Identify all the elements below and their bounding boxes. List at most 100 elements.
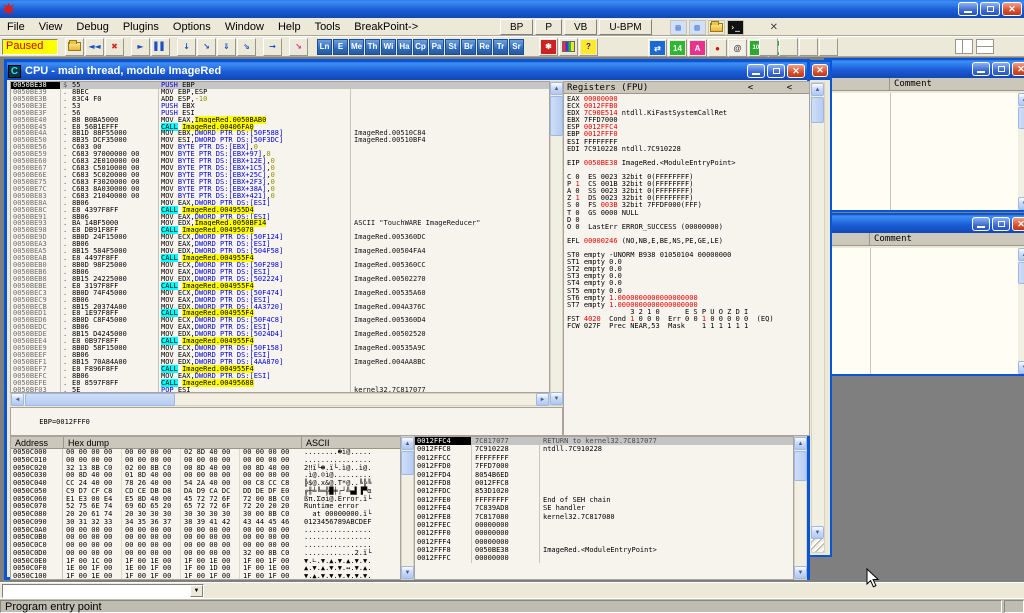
plugin-14-button[interactable]: 14 — [668, 39, 687, 57]
disasm-row[interactable]: 0050BEF7.E8 F896F8FFCALL ImageRed.004955… — [11, 366, 549, 373]
register-line[interactable]: T 0 GS 0000 NULL — [564, 210, 809, 217]
menu-help[interactable]: Help — [271, 19, 308, 35]
stack-row[interactable]: 0012FFD80012FFC8 — [415, 479, 793, 487]
comment-window-1-body[interactable] — [826, 93, 1018, 210]
combobox-dropdown-button[interactable]: ▼ — [190, 585, 203, 597]
disasm-scroll-left[interactable]: ◄ — [11, 393, 24, 406]
comment2-maximize-button[interactable] — [992, 217, 1010, 231]
pane-button-me[interactable]: Me — [349, 39, 364, 55]
dump-header-ascii[interactable]: ASCII — [302, 437, 400, 448]
cpu-minimize-button[interactable] — [747, 64, 765, 78]
close-program-button[interactable]: ✖ — [105, 38, 124, 56]
disasm-row[interactable]: 0050BED6.8B0D C8F45000MOV ECX,DWORD PTR … — [11, 317, 549, 324]
toolbar-blank-button[interactable] — [819, 38, 838, 56]
column-header-comment[interactable]: Comment — [870, 233, 916, 245]
menu-tools[interactable]: Tools — [308, 19, 348, 35]
disasm-scroll-up[interactable]: ▲ — [550, 82, 563, 95]
register-line[interactable]: EDI 7C910228 ntdll.7C910228 — [564, 146, 809, 153]
dump-scroll-down[interactable]: ▼ — [401, 566, 414, 579]
disasm-scroll-down[interactable]: ▼ — [550, 392, 563, 405]
plugin-button-vb[interactable]: VB — [564, 19, 597, 35]
animate-into-button[interactable]: ⇓ — [217, 38, 236, 56]
pane-button-pa[interactable]: Pa — [429, 39, 444, 55]
plugin-button-p[interactable]: P — [535, 19, 562, 35]
menu-file[interactable]: File — [0, 19, 32, 35]
disasm-row[interactable]: 0050BE8C.E8 4397F8FFCALL ImageRed.004955… — [11, 207, 549, 214]
restore-button[interactable] — [980, 2, 1000, 16]
register-line[interactable]: EIP 0050BE38 ImageRed.<ModuleEntryPoint> — [564, 160, 809, 167]
stack-row[interactable]: 0012FFE0FFFFFFFFEnd of SEH chain — [415, 496, 793, 504]
strip-resize-grip[interactable] — [811, 539, 824, 552]
pane-button-tr[interactable]: Tr — [493, 39, 508, 55]
disasm-row[interactable]: 0050BE3B.83C4 F0ADD ESP,-10 — [11, 96, 549, 103]
strip-scroll-down[interactable]: ▼ — [811, 526, 824, 539]
stack-vscroll-thumb[interactable] — [794, 451, 807, 481]
stack-scroll-up[interactable]: ▲ — [794, 437, 807, 450]
strip-close-button[interactable]: ✕ — [812, 64, 828, 77]
menubar-close-button[interactable]: ✕ — [764, 22, 784, 33]
register-line[interactable]: EFL 00000246 (NO,NB,E,BE,NS,PE,GE,LE) — [564, 238, 809, 245]
pane-button-re[interactable]: Re — [477, 39, 492, 55]
comment-window-2-body[interactable] — [814, 248, 1018, 374]
menu-breakpoint[interactable]: BreakPoint-> — [347, 19, 425, 35]
dump-vscrollbar[interactable]: ▲ ▼ — [401, 436, 414, 580]
column-header-comment[interactable]: Comment — [890, 78, 936, 90]
book-icon[interactable]: ▥ — [689, 20, 706, 35]
comment2-scroll-up[interactable]: ▲ — [1018, 248, 1024, 261]
comment1-minimize-button[interactable] — [972, 62, 990, 76]
pane-button-cp[interactable]: Cp — [413, 39, 428, 55]
folder-icon[interactable] — [708, 20, 725, 35]
plugin-button-ubpm[interactable]: U-BPM — [599, 19, 651, 35]
pause-button[interactable]: ▌▌ — [151, 38, 170, 56]
stack-row[interactable]: 0012FFF000000000 — [415, 529, 793, 537]
disasm-vscroll-thumb[interactable] — [550, 96, 563, 136]
register-line[interactable]: FCW 027F Prec NEAR,53 Mask 1 1 1 1 1 1 — [564, 323, 809, 330]
comment1-maximize-button[interactable] — [992, 62, 1010, 76]
disasm-row[interactable]: 0050BE83.C683 21040000 00MOV BYTE PTR DS… — [11, 193, 549, 200]
pane-button-wi[interactable]: Wi — [381, 39, 396, 55]
comment1-close-button[interactable]: ✕ — [1012, 62, 1024, 76]
pane-button-br[interactable]: Br — [461, 39, 476, 55]
comment2-scroll-down[interactable]: ▼ — [1018, 361, 1024, 374]
options-button[interactable]: ✱ — [539, 38, 558, 56]
stack-row[interactable]: 0012FFF400000000 — [415, 538, 793, 546]
appearance-button[interactable] — [559, 38, 578, 56]
go-to-button[interactable]: ↘ — [289, 38, 308, 56]
stack-row[interactable]: 0012FFD48054B6ED — [415, 471, 793, 479]
pane-button-e[interactable]: E — [333, 39, 348, 55]
command-combobox[interactable]: ▼ — [2, 584, 204, 598]
dump-header-hex[interactable]: Hex dump — [64, 437, 302, 448]
disasm-row[interactable]: 0050BE9D.8B0D 24F15000MOV ECX,DWORD PTR … — [11, 234, 549, 241]
stack-row[interactable]: 0012FFC87C910228ntdll.7C910228 — [415, 445, 793, 453]
notes-icon[interactable]: ▤ — [670, 20, 687, 35]
run-button[interactable]: ► — [131, 38, 150, 56]
disasm-vscrollbar[interactable]: ▲ ▼ — [550, 81, 563, 406]
stack-row[interactable]: 0012FFE87C817080kernel32.7C817080 — [415, 513, 793, 521]
registers-pull-tabs[interactable]: < < — [748, 83, 806, 92]
plugin-spiral-button[interactable]: @ — [728, 39, 747, 57]
disasm-row[interactable]: 0050BE38$55PUSH EBP — [11, 82, 549, 89]
comment2-scroll-thumb[interactable] — [1018, 262, 1024, 284]
disasm-hscrollbar[interactable]: ◄ ► — [10, 393, 550, 406]
cpu-maximize-button[interactable] — [767, 64, 785, 78]
strip-scroll-up[interactable]: ▲ — [811, 83, 824, 96]
comment-window-2-titlebar[interactable]: ✕ — [814, 215, 1024, 233]
info-pane[interactable]: EBP=0012FFF0 — [10, 407, 563, 436]
dump-vscroll-thumb[interactable] — [401, 451, 414, 475]
comment1-scroll-thumb[interactable] — [1018, 107, 1024, 129]
plugin-dot-button[interactable]: ● — [708, 39, 727, 57]
minimize-button[interactable] — [958, 2, 978, 16]
disasm-row[interactable]: 0050BEFE.E8 8597F8FFCALL ImageRed.004956… — [11, 380, 549, 387]
pane-button-sr[interactable]: Sr — [509, 39, 524, 55]
strip-scroll-thumb[interactable] — [811, 97, 824, 123]
disasm-row[interactable]: 0050BEE9.8B0D 58F15000MOV ECX,DWORD PTR … — [11, 345, 549, 352]
stack-row[interactable]: 0012FFDC853D1020 — [415, 487, 793, 495]
cpu-window-titlebar[interactable]: C CPU - main thread, module ImageRed ✕ — [7, 62, 807, 80]
stack-row[interactable]: 0012FFD07FFD7000 — [415, 462, 793, 470]
stack-scroll-down[interactable]: ▼ — [794, 566, 807, 579]
restart-button[interactable]: ◄◄ — [85, 38, 104, 56]
comment2-close-button[interactable]: ✕ — [1012, 217, 1024, 231]
comment1-scroll-up[interactable]: ▲ — [1018, 93, 1024, 106]
stack-row[interactable]: 0012FFE47C839AD8SE handler — [415, 504, 793, 512]
column-header-blank[interactable] — [826, 78, 890, 90]
